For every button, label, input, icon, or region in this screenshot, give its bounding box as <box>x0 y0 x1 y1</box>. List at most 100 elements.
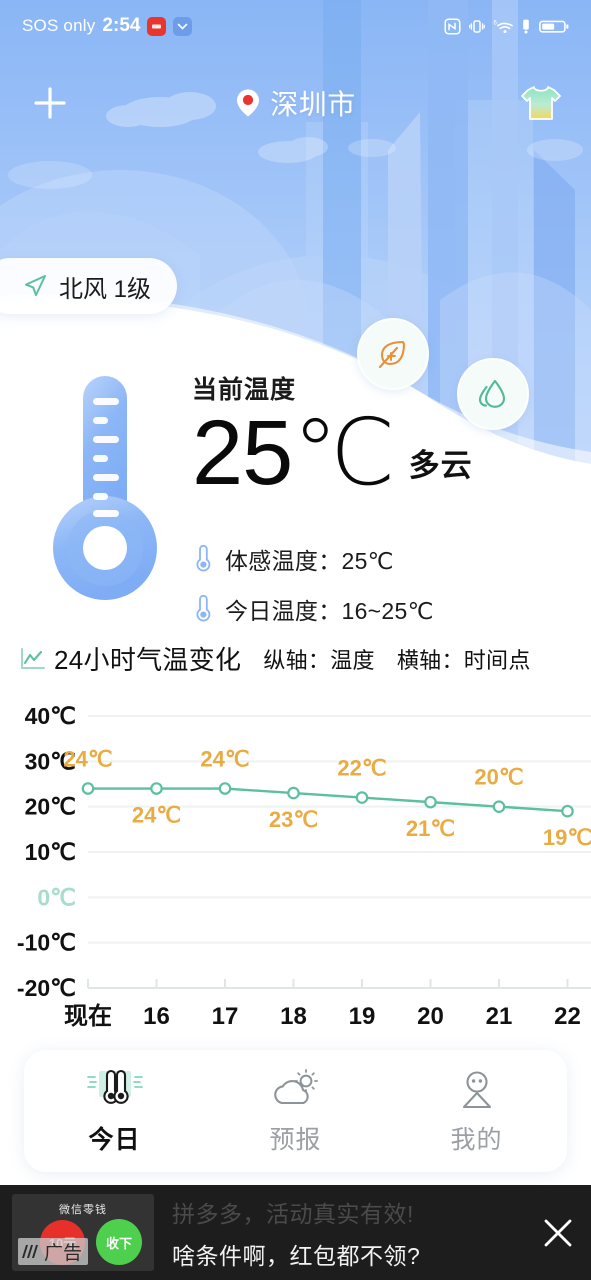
person-icon <box>453 1067 501 1111</box>
thermometer-small-icon <box>196 595 211 622</box>
x-axis-tick-label: 现在 <box>64 1002 112 1030</box>
y-axis-tick-label: -10℃ <box>17 930 76 956</box>
data-point[interactable] <box>355 791 369 804</box>
feels-like-text: 体感温度：25℃ <box>225 548 394 574</box>
top-navigation-bar: 深圳市 <box>0 72 591 134</box>
x-axis-tick-label: 16 <box>143 1003 170 1030</box>
city-selector[interactable]: 深圳市 <box>235 83 356 123</box>
thermometer-small-icon <box>196 545 211 572</box>
data-point[interactable] <box>81 782 95 795</box>
data-point[interactable] <box>218 782 232 795</box>
weather-condition-label: 多云 <box>408 448 473 484</box>
data-point-label: 24℃ <box>132 803 181 828</box>
x-axis-tick-label: 18 <box>280 1003 307 1030</box>
status-bar: SOS only 2:54 6 <box>0 0 591 52</box>
thermometers-icon <box>84 1067 146 1111</box>
data-point-label: 23℃ <box>269 807 318 832</box>
weather-app-screen: SOS only 2:54 6 深圳市 北风 1级 当前温度 25℃ 多云 体感… <box>0 0 591 1280</box>
wind-info-pill[interactable]: 北风 1级 <box>0 258 178 314</box>
chart-header: 24小时气温变化 纵轴：温度 横轴：时间点 <box>18 640 591 677</box>
temperature-chart-svg: 40℃30℃20℃10℃0℃-10℃-20℃24℃现在24℃1624℃1723℃… <box>17 703 591 1030</box>
leaf-icon <box>378 340 406 369</box>
current-temp-row: 25℃ 多云 <box>192 402 473 504</box>
y-axis-tick-label: 10℃ <box>25 839 76 865</box>
data-point-label: 22℃ <box>337 756 386 781</box>
thermometer-illustration <box>53 376 157 600</box>
tab-mine[interactable]: 我的 <box>386 1067 567 1156</box>
ad-headline: 拼多多，活动真实有效! <box>172 1200 414 1227</box>
data-point-label: 20℃ <box>474 765 523 790</box>
tab-today-label: 今日 <box>88 1125 141 1154</box>
data-point-label: 24℃ <box>63 747 112 772</box>
y-axis-tick-label: 0℃ <box>37 884 76 910</box>
ad-banner[interactable]: 微信零钱 10元 收下 广告 拼多多，活动真实有效! 啥条件啊，红包都不领? <box>0 1185 591 1280</box>
svg-text:6: 6 <box>494 20 498 26</box>
tab-today[interactable]: 今日 <box>24 1067 205 1156</box>
x-axis-tick-label: 20 <box>417 1003 444 1030</box>
ad-tag: 广告 <box>18 1238 89 1265</box>
plus-icon <box>34 87 66 119</box>
x-axis-tick-label: 21 <box>486 1003 513 1030</box>
line-chart-icon <box>18 646 48 672</box>
cloud-sun-icon <box>268 1067 324 1111</box>
notification-app-icon-red <box>147 16 167 36</box>
data-point[interactable] <box>492 800 506 813</box>
tshirt-icon <box>521 86 561 120</box>
navigation-arrow-icon <box>25 275 46 296</box>
y-axis-tick-label: -20℃ <box>17 975 76 1001</box>
close-icon <box>544 1219 572 1246</box>
signal-alert-icon <box>521 18 531 35</box>
air-quality-badge[interactable] <box>357 318 429 390</box>
nfc-icon <box>444 17 461 35</box>
ad-coin-accept: 收下 <box>96 1219 142 1265</box>
data-point[interactable] <box>150 782 163 795</box>
y-axis-tick-label: 40℃ <box>25 703 76 729</box>
data-point[interactable] <box>561 804 574 818</box>
chart-x-axis-note: 横轴：时间点 <box>396 647 531 673</box>
tab-mine-label: 我的 <box>450 1125 503 1154</box>
ad-close-button[interactable] <box>525 1216 591 1250</box>
ad-tag-label: 广告 <box>44 1243 83 1264</box>
notification-app-icon-blue <box>173 16 193 36</box>
city-name-label: 深圳市 <box>270 89 356 120</box>
status-bar-left: SOS only 2:54 <box>22 15 193 37</box>
wifi-6-icon: 6 <box>493 18 513 35</box>
x-axis-tick-label: 19 <box>349 1003 376 1030</box>
water-drop-icon <box>478 379 506 408</box>
data-point-label: 19℃ <box>543 825 591 850</box>
ad-thumbnail[interactable]: 微信零钱 10元 收下 广告 <box>12 1194 154 1271</box>
add-city-button[interactable] <box>26 79 74 127</box>
chart-y-axis-note: 纵轴：温度 <box>263 647 375 673</box>
today-range-row: 今日温度：16~25℃ <box>193 592 434 626</box>
feels-like-row: 体感温度：25℃ <box>193 542 394 576</box>
tab-forecast[interactable]: 预报 <box>205 1067 386 1156</box>
clock-label: 2:54 <box>102 15 141 36</box>
data-point-label: 24℃ <box>200 747 249 772</box>
tab-forecast-label: 预报 <box>269 1125 322 1154</box>
battery-icon <box>539 18 569 35</box>
data-point[interactable] <box>424 795 437 809</box>
vibrate-icon <box>469 18 485 35</box>
ad-thumb-title: 微信零钱 <box>59 1204 107 1216</box>
clothing-advice-button[interactable] <box>517 79 565 127</box>
location-pin-icon <box>237 89 260 117</box>
x-axis-tick-label: 22 <box>554 1003 581 1030</box>
ad-text-block: 拼多多，活动真实有效! 啥条件啊，红包都不领? <box>172 1195 525 1271</box>
status-bar-right: 6 <box>444 17 569 35</box>
current-temp-label: 当前温度 <box>192 376 297 404</box>
ad-coin-accept-label: 收下 <box>105 1235 132 1251</box>
humidity-badge[interactable] <box>457 358 529 430</box>
carrier-label: SOS only <box>22 16 96 35</box>
ad-subline: 啥条件啊，红包都不领? <box>172 1242 421 1269</box>
ad-bars-icon <box>22 1245 38 1258</box>
data-point-label: 21℃ <box>406 816 455 841</box>
data-point[interactable] <box>287 786 300 800</box>
temperature-chart[interactable]: 40℃ 30℃ 20℃ 10℃ 0℃ -10℃ -20℃ 24℃ 现在 24℃ 16 24℃ 17 23℃… <box>0 692 591 1032</box>
chart-title: 24小时气温变化 <box>54 645 242 675</box>
x-axis-tick-label: 17 <box>212 1003 239 1030</box>
y-axis-tick-label: 20℃ <box>25 794 76 820</box>
today-range-text: 今日温度：16~25℃ <box>225 598 434 624</box>
wind-label: 北风 1级 <box>59 275 152 303</box>
current-temperature-value: 25℃ <box>192 402 396 504</box>
bottom-navigation: 今日 预报 我的 <box>24 1050 567 1172</box>
